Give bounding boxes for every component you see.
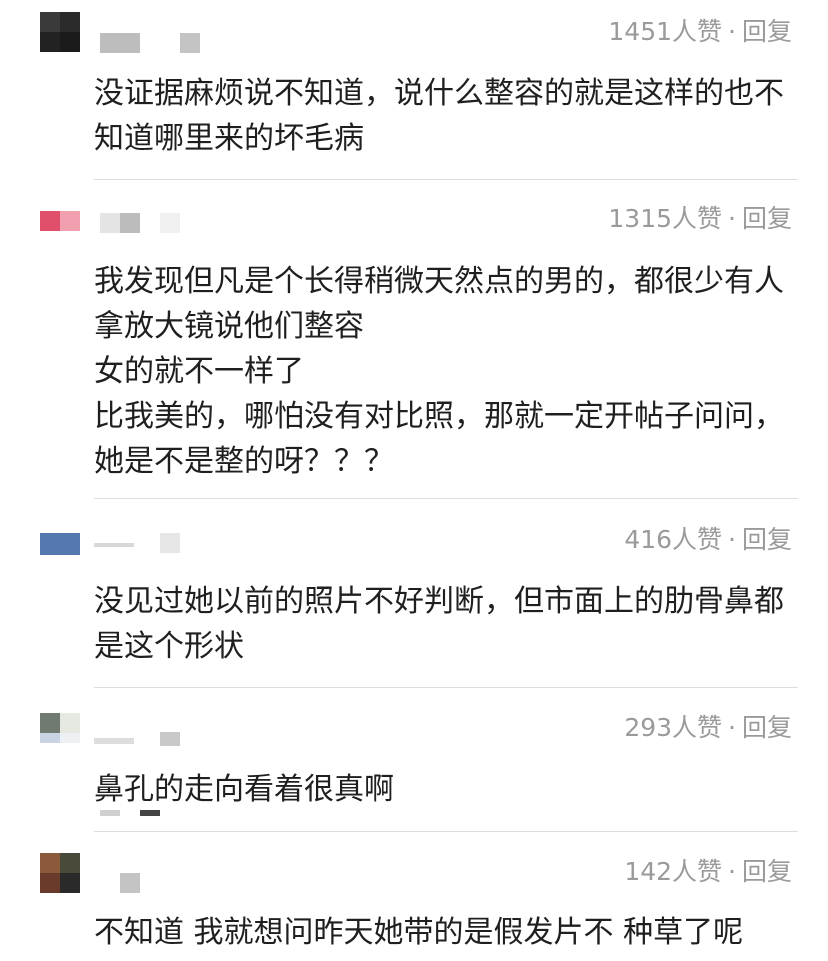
comment-line: 是这个形状 — [94, 629, 244, 664]
blur-block — [160, 213, 180, 233]
comment-meta: 142人赞 · 回复 — [624, 856, 792, 888]
divider — [94, 179, 798, 180]
like-count[interactable]: 1315人赞 — [608, 204, 722, 233]
like-count[interactable]: 142人赞 — [624, 857, 722, 886]
blur-block — [120, 873, 140, 893]
avatar[interactable] — [40, 713, 80, 753]
comment-line: 鼻孔的走向看着很真啊 — [94, 772, 394, 807]
comment-text: 不知道 我就想问昨天她带的是假发片不 种草了呢 — [94, 910, 804, 955]
avatar-pixel — [60, 32, 80, 52]
avatar-pixel — [60, 733, 80, 743]
like-count[interactable]: 1451人赞 — [608, 17, 722, 46]
avatar-pixel — [60, 12, 80, 32]
avatar-pixel — [40, 12, 60, 32]
avatar-pixel — [60, 873, 80, 893]
avatar-pixel — [40, 873, 60, 893]
comment-line: 女的就不一样了 — [94, 354, 304, 389]
avatar[interactable] — [40, 533, 80, 555]
avatar-pixel — [40, 733, 60, 743]
comment-line: 拿放大镜说他们整容 — [94, 309, 364, 344]
avatar-pixel — [40, 32, 60, 52]
blur-block — [160, 732, 180, 746]
comment-line: 没证据麻烦说不知道，说什么整容的就是这样的也不 — [94, 76, 784, 111]
avatar[interactable] — [40, 12, 80, 52]
meta-separator: · — [728, 17, 736, 46]
comment-meta: 293人赞 · 回复 — [624, 712, 792, 744]
meta-separator: · — [728, 857, 736, 886]
comment-line: 比我美的，哪怕没有对比照，那就一定开帖子问问， — [94, 399, 784, 434]
avatar-pixel — [40, 211, 60, 231]
blur-block — [100, 810, 120, 816]
meta-separator: · — [728, 204, 736, 233]
avatar-pixel — [40, 853, 60, 873]
comment-text: 没证据麻烦说不知道，说什么整容的就是这样的也不 知道哪里来的坏毛病 — [94, 71, 804, 161]
reply-button[interactable]: 回复 — [742, 857, 792, 886]
blur-block — [120, 213, 140, 233]
avatar-pixel — [60, 853, 80, 873]
comment-text: 没见过她以前的照片不好判断，但市面上的肋骨鼻都 是这个形状 — [94, 579, 804, 669]
blur-block — [94, 738, 134, 744]
comment-line: 我发现但凡是个长得稍微天然点的男的，都很少有人 — [94, 264, 784, 299]
username-blurred[interactable] — [94, 732, 180, 752]
comment-meta: 1451人赞 · 回复 — [608, 16, 792, 48]
meta-separator: · — [728, 713, 736, 742]
meta-separator: · — [728, 525, 736, 554]
comment-text: 我发现但凡是个长得稍微天然点的男的，都很少有人 拿放大镜说他们整容 女的就不一样… — [94, 259, 804, 484]
reply-button[interactable]: 回复 — [742, 17, 792, 46]
divider — [94, 831, 798, 832]
username-blurred[interactable] — [100, 33, 200, 53]
avatar-pixel — [60, 211, 80, 231]
blur-block — [180, 33, 200, 53]
blur-block — [100, 213, 120, 233]
blur-block — [160, 533, 180, 553]
username-blurred[interactable] — [100, 213, 180, 233]
avatar-pixel — [40, 533, 80, 555]
reply-button[interactable]: 回复 — [742, 204, 792, 233]
avatar-pixel — [40, 713, 60, 733]
reply-button[interactable]: 回复 — [742, 525, 792, 554]
comment-text: 鼻孔的走向看着很真啊 — [94, 767, 804, 812]
username-blurred[interactable] — [94, 533, 180, 553]
comment-meta: 416人赞 · 回复 — [624, 524, 792, 556]
comment-line: 没见过她以前的照片不好判断，但市面上的肋骨鼻都 — [94, 584, 784, 619]
reply-button[interactable]: 回复 — [742, 713, 792, 742]
blur-artifact — [100, 810, 160, 818]
blur-block — [140, 810, 160, 816]
like-count[interactable]: 416人赞 — [624, 525, 722, 554]
avatar[interactable] — [40, 211, 80, 233]
comment-line: 知道哪里来的坏毛病 — [94, 121, 364, 156]
like-count[interactable]: 293人赞 — [624, 713, 722, 742]
avatar-pixel — [60, 713, 80, 733]
username-blurred[interactable] — [120, 873, 140, 893]
blur-block — [94, 543, 134, 547]
avatar[interactable] — [40, 853, 80, 893]
divider — [94, 687, 798, 688]
comment-meta: 1315人赞 · 回复 — [608, 203, 792, 235]
blur-block — [100, 33, 140, 53]
divider — [94, 498, 798, 499]
comment-line: 她是不是整的呀？？？ — [94, 444, 394, 479]
comment-line: 不知道 我就想问昨天她带的是假发片不 种草了呢 — [94, 915, 744, 950]
